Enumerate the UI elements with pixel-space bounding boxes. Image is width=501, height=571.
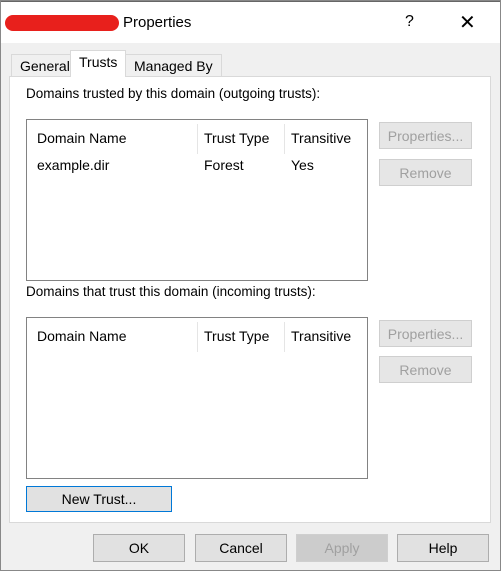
column-transitive[interactable]: Transitive (291, 328, 351, 344)
cell-transitive: Yes (291, 157, 314, 173)
tab-trusts[interactable]: Trusts (70, 50, 127, 77)
incoming-label: Domains that trust this domain (incoming… (26, 284, 316, 299)
column-divider[interactable] (284, 322, 285, 352)
column-transitive[interactable]: Transitive (291, 130, 351, 146)
column-trust-type[interactable]: Trust Type (204, 130, 269, 146)
column-trust-type[interactable]: Trust Type (204, 328, 269, 344)
incoming-remove-button[interactable]: Remove (379, 356, 472, 383)
new-trust-button[interactable]: New Trust... (26, 486, 172, 512)
outgoing-properties-button[interactable]: Properties... (379, 122, 472, 149)
column-divider[interactable] (197, 124, 198, 154)
help-button[interactable]: Help (397, 534, 489, 562)
column-divider[interactable] (197, 322, 198, 352)
cell-domain: example.dir (37, 157, 110, 173)
cell-trust-type: Forest (204, 157, 244, 173)
column-divider[interactable] (284, 124, 285, 154)
cancel-button[interactable]: Cancel (195, 534, 287, 562)
outgoing-remove-button[interactable]: Remove (379, 159, 472, 186)
column-domain-name[interactable]: Domain Name (37, 328, 126, 344)
column-domain-name[interactable]: Domain Name (37, 130, 126, 146)
window-title: Properties (123, 14, 192, 31)
redacted-object-name (5, 15, 119, 31)
tab-managed-by[interactable]: Managed By (125, 54, 222, 77)
help-icon[interactable]: ? (405, 13, 414, 31)
outgoing-trusts-list[interactable]: Domain Name Trust Type Transitive exampl… (26, 119, 368, 281)
incoming-trusts-list[interactable]: Domain Name Trust Type Transitive (26, 317, 368, 479)
title-bar: Properties ? ✕ (1, 1, 500, 43)
ok-button[interactable]: OK (93, 534, 185, 562)
incoming-properties-button[interactable]: Properties... (379, 320, 472, 347)
apply-button[interactable]: Apply (296, 534, 388, 562)
tab-general[interactable]: General (11, 54, 79, 77)
close-icon[interactable]: ✕ (459, 10, 476, 35)
outgoing-label: Domains trusted by this domain (outgoing… (26, 86, 321, 101)
